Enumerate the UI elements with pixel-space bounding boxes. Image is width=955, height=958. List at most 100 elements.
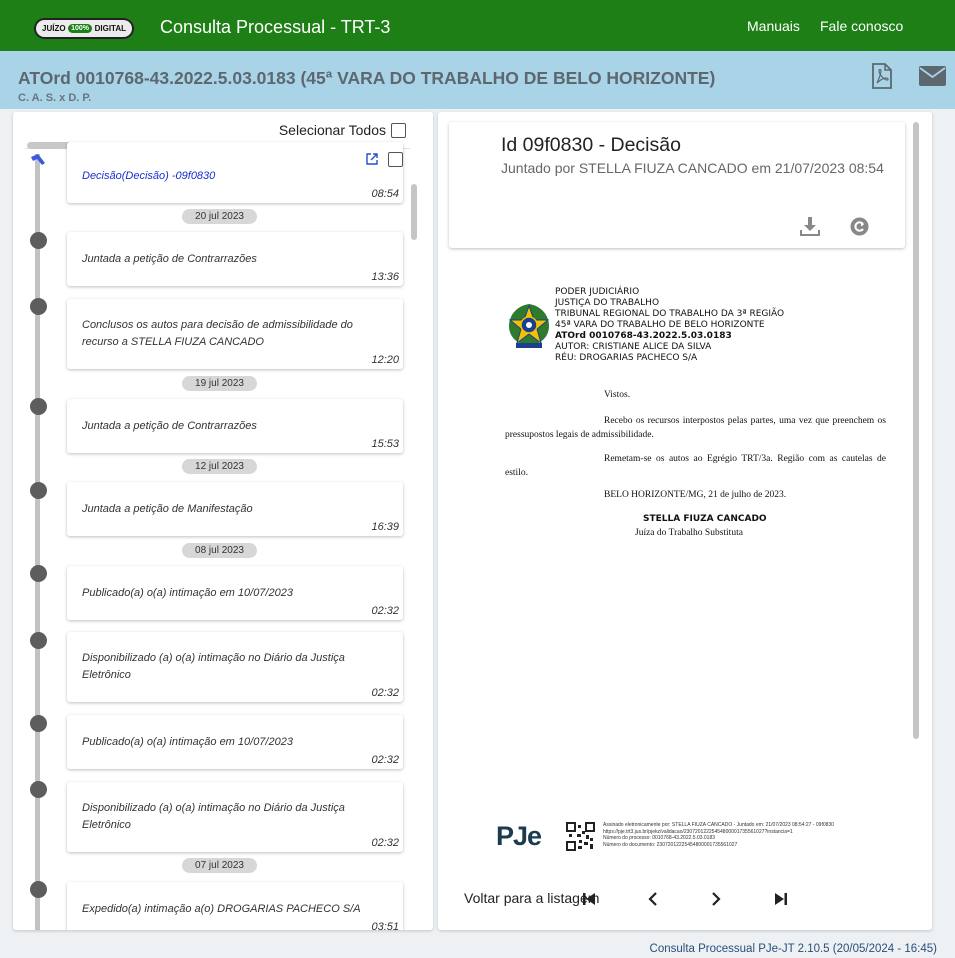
timeline-event[interactable]: Disponibilizado (a) o(a) intimação no Di… [67,782,403,852]
event-time: 03:51 [371,921,399,930]
event-time: 13:36 [371,271,399,283]
document-title: Id 09f0830 - Decisão [501,134,681,156]
signature-line: Número do documento: 2307201222545480000… [603,841,738,848]
timeline-scrollbar[interactable] [411,184,417,240]
document-letterhead: PODER JUDICIÁRIO JUSTIÇA DO TRABALHO TRI… [555,287,784,364]
process-parties: C. A. S. x D. P. [18,92,92,104]
event-text: Publicado(a) o(a) intimação em 10/07/202… [82,736,293,748]
event-time: 15:53 [371,438,399,450]
event-text[interactable]: Decisão(Decisão) -09f0830 [82,168,363,185]
document-signer: STELLA FIUZA CANCADO [643,514,767,524]
qr-code-icon [566,822,595,851]
event-text: Disponibilizado (a) o(a) intimação no Di… [82,802,345,831]
date-separator: 12 jul 2023 [182,459,257,474]
event-checkbox[interactable] [388,152,403,167]
letterhead-line: ATOrd 0010768-43.2022.5.03.0183 [555,331,732,341]
juizo-digital-logo: JUÍZO 100% DIGITAL [34,18,134,39]
pje-logo-text: PJe [496,821,542,851]
document-signer-role: Juíza do Trabalho Substituta [635,528,743,538]
timeline-dot [30,298,47,315]
document-content: PODER JUDICIÁRIO JUSTIÇA DO TRABALHO TRI… [438,258,908,888]
next-document-icon[interactable] [711,892,721,911]
date-separator: 19 jul 2023 [182,376,257,391]
event-text: Disponibilizado (a) o(a) intimação no Di… [82,652,345,681]
timeline-event[interactable]: Juntada a petição de Contrarrazões 13:36 [67,232,403,286]
document-paragraph: Remetam-se os autos ao Egrégio TRT/3a. R… [505,454,886,478]
event-time: 02:32 [371,605,399,617]
process-title: ATOrd 0010768-43.2022.5.03.0183 (45ª VAR… [18,68,716,88]
timeline-dot [30,781,47,798]
document-panel: Id 09f0830 - Decisão Juntado por STELLA … [438,112,932,930]
select-all-checkbox[interactable] [391,122,406,138]
first-document-icon[interactable] [583,892,595,911]
timeline-line [35,154,40,930]
event-time: 02:32 [371,687,399,699]
timeline-panel: Selecionar Todos Decisão(Decisão) -09f08… [13,112,433,930]
event-time: 02:32 [371,754,399,766]
document-paragraph: Recebo os recursos interpostos pelas par… [505,416,886,440]
timeline-event[interactable]: Decisão(Decisão) -09f0830 08:54 [67,142,403,203]
letterhead-line: TRIBUNAL REGIONAL DO TRABALHO DA 3ª REGI… [555,309,785,319]
download-icon[interactable] [800,216,820,241]
timeline-dot [30,398,47,415]
select-all-label: Selecionar Todos [278,122,386,138]
event-time: 08:54 [371,188,399,200]
pdf-icon[interactable] [871,63,893,94]
document-vistos: Vistos. [604,390,631,400]
brasil-coat-of-arms-icon [506,298,552,355]
letterhead-line: RÉU: DROGARIAS PACHECO S/A [555,353,698,363]
date-separator: 07 jul 2023 [182,858,257,873]
document-scrollbar[interactable] [913,122,919,739]
open-external-icon[interactable] [366,152,378,170]
back-to-list-link[interactable]: Voltar para a listagem [464,890,599,906]
app-title: Consulta Processual - TRT-3 [160,17,391,37]
timeline-dot [30,232,47,249]
timeline-event[interactable]: Juntada a petição de Manifestação 16:39 [67,482,403,536]
process-header: ATOrd 0010768-43.2022.5.03.0183 (45ª VAR… [0,51,955,109]
event-text: Juntada a petição de Contrarrazões [82,420,257,432]
top-bar: JUÍZO 100% DIGITAL Consulta Processual -… [0,0,955,51]
letterhead-line: AUTOR: CRISTIANE ALICE DA SILVA [555,342,712,352]
timeline-event[interactable]: Publicado(a) o(a) intimação em 10/07/202… [67,566,403,620]
event-text: Juntada a petição de Contrarrazões [82,253,257,265]
letterhead-line: 45ª VARA DO TRABALHO DE BELO HORIZONTE [555,320,765,330]
date-separator: 20 jul 2023 [182,209,257,224]
timeline-event[interactable]: Disponibilizado (a) o(a) intimação no Di… [67,632,403,702]
event-text: Juntada a petição de Manifestação [82,503,253,515]
event-time: 16:39 [371,521,399,533]
active-marker-icon [30,152,46,170]
timeline-dot [30,632,47,649]
last-document-icon[interactable] [775,892,787,911]
document-subtitle: Juntado por STELLA FIUZA CANCADO em 21/0… [501,160,884,176]
document-navigation: Voltar para a listagem [438,882,908,922]
logo-left-text: JUÍZO [42,24,66,33]
logo-right-text: DIGITAL [94,24,126,33]
event-time: 12:20 [371,354,399,366]
event-text: Publicado(a) o(a) intimação em 10/07/202… [82,587,293,599]
timeline-event[interactable]: Publicado(a) o(a) intimação em 10/07/202… [67,715,403,769]
manuais-link[interactable]: Manuais [747,18,800,34]
event-time: 02:32 [371,837,399,849]
previous-document-icon[interactable] [648,892,658,911]
select-all[interactable]: Selecionar Todos [279,122,406,138]
timeline-dot [30,881,47,898]
email-icon[interactable] [919,66,946,91]
version-footer: Consulta Processual PJe-JT 2.10.5 (20/05… [649,943,937,955]
electronic-signature: Assinado eletronicamente por: STELLA FIU… [603,822,903,848]
timeline-dot [30,565,47,582]
fale-conosco-link[interactable]: Fale conosco [820,18,903,34]
event-text: Conclusos os autos para decisão de admis… [82,319,353,348]
date-separator: 08 jul 2023 [182,543,257,558]
letterhead-line: JUSTIÇA DO TRABALHO [555,298,660,308]
event-text: Expedido(a) intimação a(o) DROGARIAS PAC… [82,903,361,915]
document-header-card: Id 09f0830 - Decisão Juntado por STELLA … [449,122,905,248]
pje-logo: PJe [496,821,542,852]
timeline-dot [30,715,47,732]
timeline-event[interactable]: Juntada a petição de Contrarrazões 15:53 [67,399,403,453]
timeline-dot [30,482,47,499]
reload-icon[interactable] [850,217,869,241]
logo-badge: 100% [68,24,93,33]
timeline-event[interactable]: Expedido(a) intimação a(o) DROGARIAS PAC… [67,882,403,930]
timeline-event[interactable]: Conclusos os autos para decisão de admis… [67,299,403,369]
letterhead-line: PODER JUDICIÁRIO [555,287,640,297]
